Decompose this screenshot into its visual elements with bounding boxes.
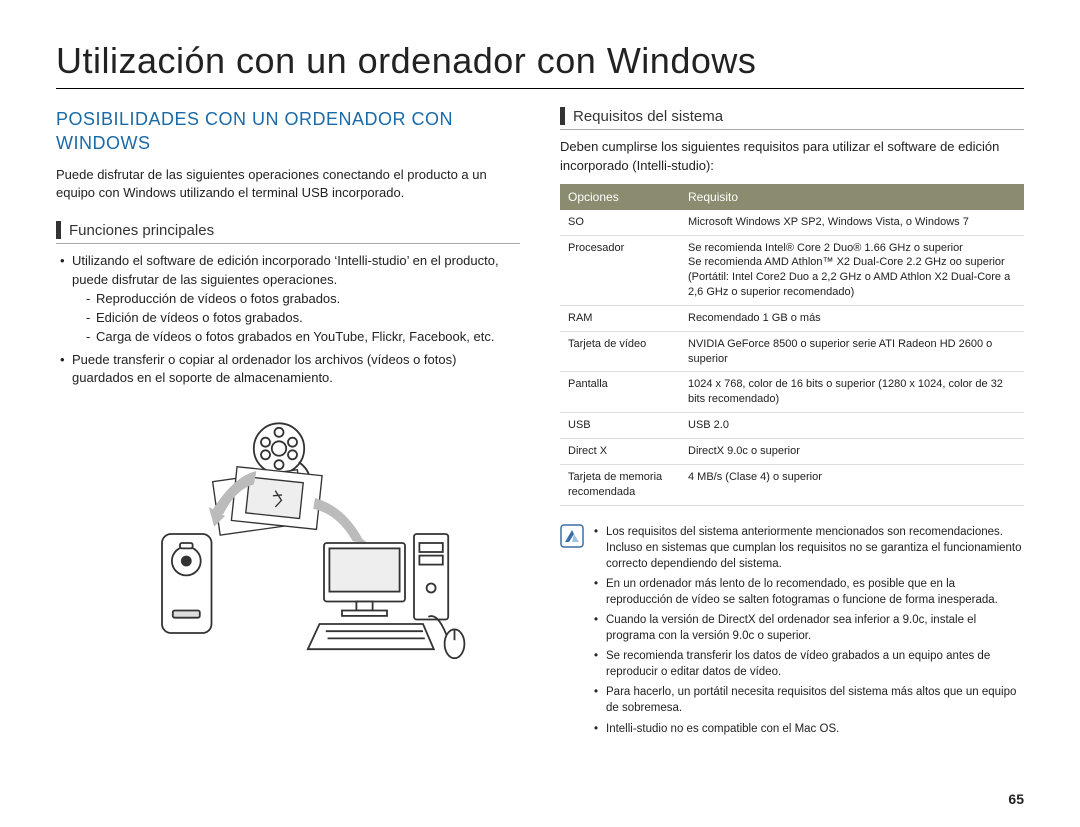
- table-header-requisito: Requisito: [680, 184, 1024, 210]
- note-item: Intelli-studio no es compatible con el M…: [594, 721, 1024, 737]
- subheading-requisitos-label: Requisitos del sistema: [573, 108, 723, 125]
- feature-subitem: Carga de vídeos o fotos grabados en YouT…: [86, 328, 520, 347]
- main-features-list: Utilizando el software de edición incorp…: [56, 252, 520, 388]
- feature-subitem: Edición de vídeos o fotos grabados.: [86, 309, 520, 328]
- table-row: USBUSB 2.0: [560, 413, 1024, 439]
- table-cell-val: Recomendado 1 GB o más: [680, 305, 1024, 331]
- table-cell-key: USB: [560, 413, 680, 439]
- right-column: Requisitos del sistema Deben cumplirse l…: [560, 107, 1024, 741]
- table-header-row: Opciones Requisito: [560, 184, 1024, 210]
- table-cell-key: RAM: [560, 305, 680, 331]
- notes-block: Los requisitos del sistema anteriormente…: [560, 524, 1024, 741]
- note-item: Cuando la versión de DirectX del ordenad…: [594, 612, 1024, 644]
- note-item: Para hacerlo, un portátil necesita requi…: [594, 684, 1024, 716]
- notes-list: Los requisitos del sistema anteriormente…: [594, 524, 1024, 741]
- table-row: ProcesadorSe recomienda Intel® Core 2 Du…: [560, 235, 1024, 305]
- table-row: RAMRecomendado 1 GB o más: [560, 305, 1024, 331]
- intro-text-left: Puede disfrutar de las siguientes operac…: [56, 166, 520, 204]
- table-row: Tarjeta de vídeoNVIDIA GeForce 8500 o su…: [560, 331, 1024, 372]
- requirements-table: Opciones Requisito SOMicrosoft Windows X…: [560, 184, 1024, 506]
- page-number: 65: [1008, 791, 1024, 807]
- table-cell-val: USB 2.0: [680, 413, 1024, 439]
- table-row: Tarjeta de memoria recomendada4 MB/s (Cl…: [560, 464, 1024, 505]
- feature-item-text: Utilizando el software de edición incorp…: [72, 253, 499, 287]
- table-cell-val: DirectX 9.0c o superior: [680, 438, 1024, 464]
- left-column: POSIBILIDADES CON UN ORDENADOR CON WINDO…: [56, 107, 520, 741]
- table-cell-key: Tarjeta de memoria recomendada: [560, 464, 680, 505]
- note-item: Se recomienda transferir los datos de ví…: [594, 648, 1024, 680]
- table-cell-key: Pantalla: [560, 372, 680, 413]
- section-heading-possibilities: POSIBILIDADES CON UN ORDENADOR CON WINDO…: [56, 107, 520, 156]
- subheading-funciones: Funciones principales: [56, 221, 520, 244]
- table-cell-val: NVIDIA GeForce 8500 o superior serie ATI…: [680, 331, 1024, 372]
- note-item: Los requisitos del sistema anteriormente…: [594, 524, 1024, 572]
- feature-subitem: Reproducción de vídeos o fotos grabados.: [86, 290, 520, 309]
- illustration-svg: [98, 408, 478, 678]
- table-row: Direct XDirectX 9.0c o superior: [560, 438, 1024, 464]
- note-icon: [560, 524, 584, 741]
- page-title: Utilización con un ordenador con Windows: [56, 40, 1024, 89]
- subheading-funciones-label: Funciones principales: [69, 222, 214, 239]
- feature-item: Utilizando el software de edición incorp…: [60, 252, 520, 346]
- feature-sublist: Reproducción de vídeos o fotos grabados.…: [72, 290, 520, 347]
- two-column-layout: POSIBILIDADES CON UN ORDENADOR CON WINDO…: [56, 107, 1024, 741]
- table-cell-val: 1024 x 768, color de 16 bits o superior …: [680, 372, 1024, 413]
- table-row: Pantalla1024 x 768, color de 16 bits o s…: [560, 372, 1024, 413]
- table-cell-key: Direct X: [560, 438, 680, 464]
- feature-item: Puede transferir o copiar al ordenador l…: [60, 351, 520, 389]
- table-cell-key: Tarjeta de vídeo: [560, 331, 680, 372]
- table-cell-val: 4 MB/s (Clase 4) o superior: [680, 464, 1024, 505]
- subheading-requisitos: Requisitos del sistema: [560, 107, 1024, 130]
- intro-text-right: Deben cumplirse los siguientes requisito…: [560, 138, 1024, 176]
- table-row: SOMicrosoft Windows XP SP2, Windows Vist…: [560, 210, 1024, 235]
- illustration-camera-to-pc: [56, 408, 520, 683]
- manual-page: Utilización con un ordenador con Windows…: [0, 0, 1080, 827]
- table-header-opciones: Opciones: [560, 184, 680, 210]
- note-item: En un ordenador más lento de lo recomend…: [594, 576, 1024, 608]
- table-cell-val: Microsoft Windows XP SP2, Windows Vista,…: [680, 210, 1024, 235]
- table-cell-val: Se recomienda Intel® Core 2 Duo® 1.66 GH…: [680, 235, 1024, 305]
- table-cell-key: SO: [560, 210, 680, 235]
- table-cell-key: Procesador: [560, 235, 680, 305]
